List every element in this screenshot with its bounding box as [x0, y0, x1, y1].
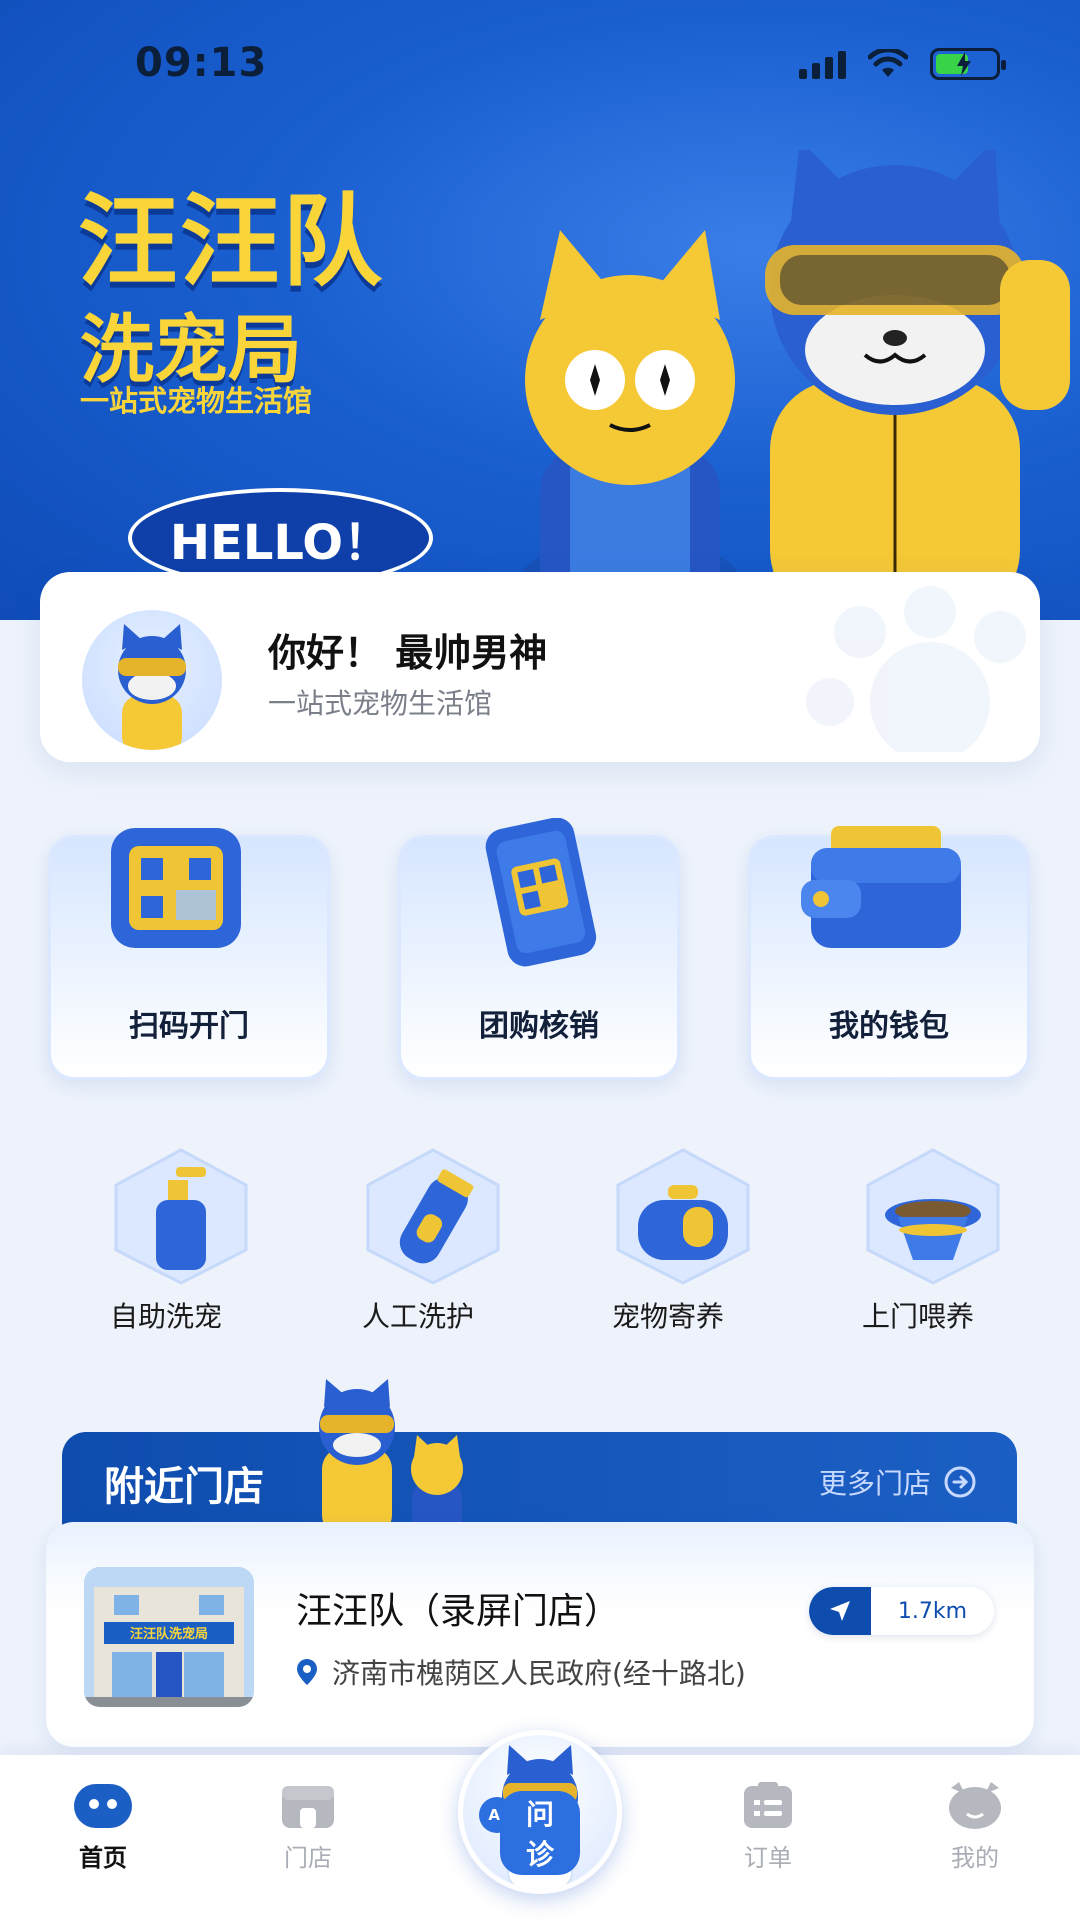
store-icon: [282, 1786, 334, 1828]
service-pet-boarding[interactable]: 宠物寄养: [578, 1145, 758, 1335]
signal-icon: [799, 49, 846, 79]
greeting-title: 你好！ 最帅男神: [268, 631, 548, 675]
service-label: 上门喂养: [861, 1300, 974, 1333]
mascot-duo-icon: [319, 1379, 463, 1537]
qr-scan-icon: [111, 828, 241, 948]
mascot-avatar-icon: [118, 624, 186, 750]
profile-cat-icon: [949, 1782, 1001, 1829]
tab-stores[interactable]: 门店: [238, 1780, 378, 1873]
tile-scan-open-door[interactable]: 扫码开门: [48, 828, 330, 1080]
location-pin-icon: [297, 1659, 317, 1685]
status-time: 09:13: [135, 40, 268, 86]
battery-icon: [930, 48, 1006, 80]
service-label: 宠物寄养: [611, 1300, 724, 1333]
food-bowl-icon: [866, 1148, 1000, 1285]
hello-text: HELLO！: [169, 515, 392, 571]
greeting-card[interactable]: 你好！ 最帅男神 一站式宠物生活馆: [40, 572, 1040, 762]
tile-label: 团购核销: [479, 1009, 599, 1044]
tile-my-wallet[interactable]: 我的钱包: [748, 826, 1030, 1080]
navigate-arrow: [809, 1587, 871, 1635]
tab-orders[interactable]: 订单: [698, 1780, 838, 1873]
tile-label: 扫码开门: [129, 1009, 249, 1044]
arrow-right-circle-icon: [944, 1466, 976, 1498]
paw-decoration-icon: [806, 586, 1026, 752]
store-address-text: 济南市槐荫区人民政府(经十路北): [332, 1657, 746, 1690]
tab-label: 门店: [284, 1844, 332, 1872]
navigate-button[interactable]: 1.7km: [809, 1587, 994, 1635]
service-label: 人工洗护: [361, 1300, 474, 1333]
brand-slogan: 一站式宠物生活馆: [80, 384, 313, 418]
store-address: 济南市槐荫区人民政府(经十路北): [296, 1652, 746, 1692]
more-stores-label: 更多门店: [818, 1467, 931, 1500]
pet-carrier-icon: [616, 1148, 750, 1285]
store-name: 汪汪队（录屏门店）: [296, 1591, 621, 1632]
storefront-image: 汪汪队洗宠局: [84, 1567, 254, 1707]
store-distance: 1.7km: [897, 1598, 968, 1624]
tab-label: 我的: [951, 1844, 999, 1872]
phone-qr-icon: [485, 818, 597, 967]
store-photo: 汪汪队洗宠局: [84, 1567, 254, 1707]
tab-home[interactable]: 首页: [33, 1780, 173, 1873]
tab-label: 首页: [79, 1844, 127, 1872]
tab-profile[interactable]: 我的: [905, 1780, 1045, 1873]
wallet-icon: [801, 826, 961, 948]
orders-icon: [744, 1782, 792, 1828]
service-manual-care[interactable]: 人工洗护: [328, 1145, 508, 1335]
service-label: 自助洗宠: [109, 1300, 222, 1333]
avatar[interactable]: [82, 610, 222, 750]
wifi-icon: [868, 49, 908, 77]
tile-label: 我的钱包: [829, 1009, 949, 1044]
tile-group-buy-redeem[interactable]: 团购核销: [398, 818, 680, 1080]
navigation-arrow-icon: [830, 1601, 850, 1621]
service-self-wash[interactable]: 自助洗宠: [76, 1145, 256, 1335]
hero-banner: 09:13 汪汪队 洗宠局 一站式宠物生活馆 HELLO！: [0, 0, 1080, 620]
more-stores-link[interactable]: 更多门店: [819, 1462, 977, 1502]
store-card[interactable]: 汪汪队洗宠局 汪汪队（录屏门店） 济南市槐荫区人民政府(经十路北) 1.7km: [46, 1522, 1034, 1747]
nearby-stores-title: 附近门店: [104, 1464, 264, 1510]
status-bar: 09:13: [0, 0, 1080, 130]
shampoo-bottle-icon: [114, 1148, 248, 1285]
status-icons: [799, 48, 1006, 80]
greeting-subtitle: 一站式宠物生活馆: [268, 687, 493, 720]
pet-clipper-icon: [366, 1148, 500, 1285]
home-icon: [74, 1784, 132, 1828]
nearby-stores-header: 附近门店 更多门店: [62, 1379, 1017, 1537]
brand-title: 汪汪队: [78, 183, 384, 300]
service-home-feeding[interactable]: 上门喂养: [828, 1145, 1008, 1335]
tab-label: 订单: [744, 1844, 792, 1872]
mascot-illustration: [520, 150, 1070, 620]
ai-consult-button[interactable]: AI 问诊: [458, 1730, 622, 1894]
ai-consult-label: 问诊: [499, 1791, 581, 1875]
storefront-sign-text: 汪汪队洗宠局: [130, 1626, 208, 1642]
